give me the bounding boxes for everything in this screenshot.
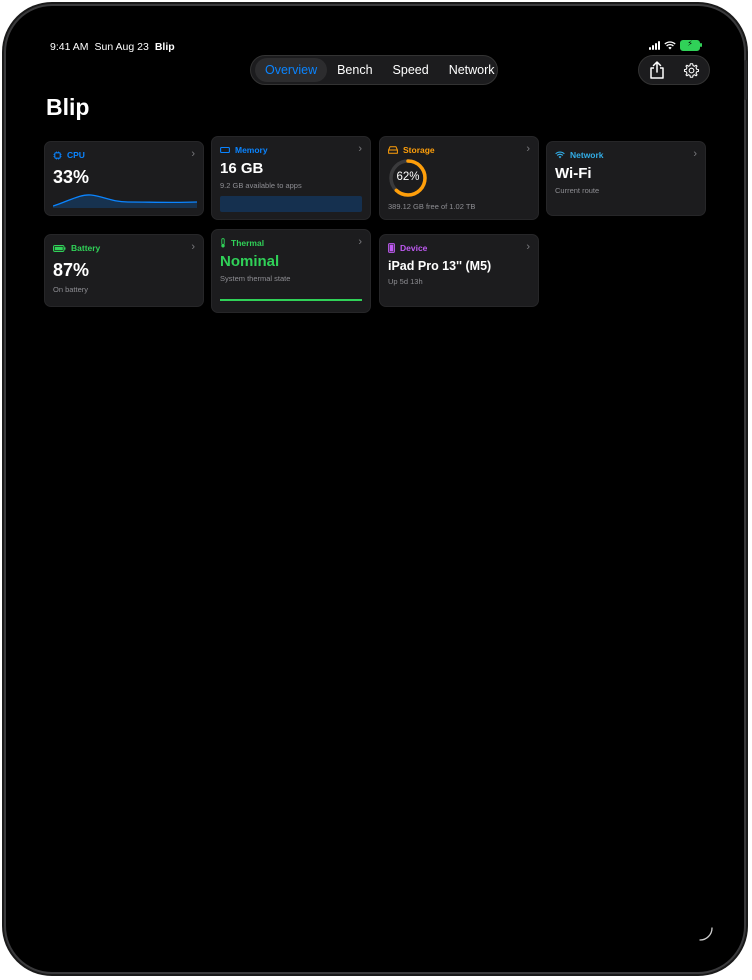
memory-subtitle: 9.2 GB available to apps [220,181,302,190]
storage-subtitle: 389.12 GB free of 1.02 TB [388,202,476,211]
storage-ring: 62% [388,158,428,198]
network-subtitle: Current route [555,186,600,195]
ipad-icon [388,243,395,253]
chevron-right-icon: › [191,148,195,160]
memory-value: 16 GB [220,160,264,177]
thermal-line [220,299,362,301]
share-button[interactable] [645,58,669,82]
cpu-label: CPU [67,150,85,160]
memory-label: Memory [235,145,268,155]
battery-status-icon: ⚡ [680,39,702,51]
device-subtitle: Up 5d 13h [388,277,423,286]
settings-button[interactable] [680,58,704,82]
side-button-top [744,60,747,100]
chevron-right-icon: › [526,143,530,155]
storage-label: Storage [403,145,435,155]
thermal-subtitle: System thermal state [220,274,291,283]
battery-subtitle: On battery [53,285,89,294]
status-time: 9:41 AM [50,41,89,53]
device-label: Device [400,243,428,253]
network-value: Wi-Fi [555,165,592,182]
segmented-tabs: Overview Bench Speed Network [250,55,498,85]
cpu-card[interactable]: CPU › 33% [44,141,204,216]
gear-icon [683,62,700,78]
battery-icon [53,244,66,252]
chevron-right-icon: › [358,143,362,155]
device-card[interactable]: Device › iPad Pro 13'' (M5) Up 5d 13h [379,234,539,307]
status-date: Sun Aug 23 [94,41,149,53]
storage-card[interactable]: Storage › 62% 389.12 GB free of 1.02 TB [379,136,539,220]
drive-icon [388,146,398,154]
chevron-right-icon: › [358,236,362,248]
cpu-icon [53,150,62,160]
device-value: iPad Pro 13'' (M5) [388,259,492,273]
network-card[interactable]: Network › Wi-Fi Current route [546,141,706,216]
tab-speed[interactable]: Speed [383,58,439,82]
battery-label: Battery [71,243,101,253]
cellular-signal-icon [649,41,660,50]
chevron-right-icon: › [191,241,195,253]
thermometer-icon [221,238,225,248]
chevron-right-icon: › [526,241,530,253]
memory-icon [220,146,230,154]
memory-card[interactable]: Memory › 16 GB 9.2 GB available to apps [211,136,371,220]
tab-overview[interactable]: Overview [255,58,328,82]
page-title: Blip [46,94,90,120]
thermal-value: Nominal [220,253,280,270]
tab-bench[interactable]: Bench [327,58,382,82]
toolbar-actions [638,55,710,85]
thermal-label: Thermal [231,238,265,248]
network-label: Network [570,150,604,160]
wifi-status-icon [664,41,676,50]
tab-network[interactable]: Network [439,58,505,82]
wifi-icon [555,151,565,159]
battery-value: 87% [53,260,90,280]
battery-card[interactable]: Battery › 87% On battery [44,234,204,307]
share-icon [649,61,664,79]
storage-percent: 62% [396,171,420,183]
device-screen: 9:41 AM Sun Aug 23 Blip ⚡ Overview Bench… [6,6,744,972]
chevron-right-icon: › [693,148,697,160]
cpu-value: 33% [53,167,90,187]
corner-indicator-icon [699,927,713,941]
thermal-card[interactable]: Thermal › Nominal System thermal state [211,229,371,313]
memory-usage-bar [220,196,362,212]
cpu-sparkline [53,194,197,208]
status-app-name: Blip [154,41,175,53]
